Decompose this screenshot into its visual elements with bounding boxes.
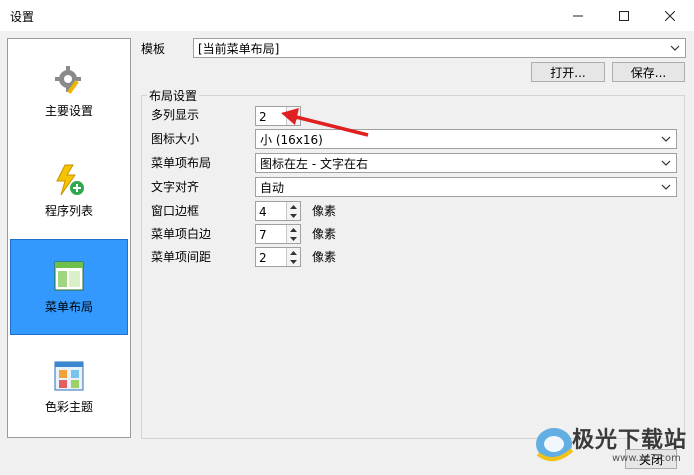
spin-down-button[interactable] (286, 234, 300, 243)
chevron-down-icon (670, 45, 680, 51)
layout-window-icon (54, 261, 84, 290)
arrow-up-icon (290, 250, 297, 255)
sidebar-item-main-settings[interactable]: 主要设置 (10, 43, 128, 139)
window-border-stepper[interactable]: 4 (255, 201, 301, 221)
item-spacing-stepper[interactable]: 2 (255, 247, 301, 267)
window-title: 设置 (10, 10, 35, 24)
arrow-up-icon (290, 227, 297, 232)
arrow-down-icon (290, 236, 297, 241)
multi-column-label: 多列显示 (151, 108, 200, 122)
arrow-down-icon (290, 213, 297, 218)
close-icon (665, 10, 675, 21)
sidebar-item-menu-layout[interactable]: 菜单布局 (10, 239, 128, 335)
sidebar-item-label: 程序列表 (44, 203, 93, 218)
item-margin-label: 菜单项白边 (151, 227, 212, 241)
chevron-down-icon (661, 136, 671, 142)
watermark-text: 极光下载站 (572, 428, 688, 453)
arrow-up-icon (290, 109, 297, 114)
spin-down-button[interactable] (286, 211, 300, 220)
sidebar-item-label: 主要设置 (44, 103, 93, 118)
item-layout-label: 菜单项布局 (151, 156, 212, 170)
sidebar-item-label: 菜单布局 (44, 299, 93, 314)
arrow-down-icon (290, 259, 297, 264)
item-spacing-value: 2 (259, 251, 267, 265)
multi-column-value: 2 (259, 110, 267, 124)
spin-down-button[interactable] (286, 257, 300, 266)
item-layout-value: 图标在左 - 文字在右 (260, 156, 368, 171)
layout-group-title: 布局设置 (147, 87, 200, 104)
item-spacing-label: 菜单项间距 (151, 250, 212, 264)
item-margin-value: 7 (259, 228, 267, 242)
item-margin-unit: 像素 (312, 227, 337, 241)
lightning-add-icon (56, 164, 84, 195)
color-palette-icon (54, 361, 84, 390)
close-window-button[interactable] (647, 0, 693, 31)
item-spacing-unit: 像素 (312, 250, 337, 264)
sidebar-item-program-list[interactable]: 程序列表 (10, 143, 128, 239)
item-layout-select[interactable]: 图标在左 - 文字在右 (255, 153, 677, 173)
spin-down-button[interactable] (286, 116, 300, 125)
template-label: 模板 (141, 42, 166, 56)
watermark-url: www.xz7.com (612, 453, 681, 464)
minimize-button[interactable] (555, 0, 601, 31)
text-align-select[interactable]: 自动 (255, 177, 677, 197)
sidebar-item-label: 色彩主题 (44, 399, 93, 414)
window-border-label: 窗口边框 (151, 204, 200, 218)
minimize-icon (573, 15, 583, 16)
window-border-value: 4 (259, 205, 267, 219)
text-align-label: 文字对齐 (151, 180, 200, 194)
maximize-icon (619, 10, 629, 21)
chevron-down-icon (661, 184, 671, 190)
arrow-up-icon (290, 204, 297, 209)
chevron-down-icon (661, 160, 671, 166)
sidebar-item-color-theme[interactable]: 色彩主题 (10, 339, 128, 435)
maximize-button[interactable] (601, 0, 647, 31)
template-select-value: [当前菜单布局] (198, 41, 280, 56)
title-bar: 设置 (0, 0, 694, 31)
multi-column-stepper[interactable]: 2 (255, 106, 301, 126)
arrow-down-icon (290, 118, 297, 123)
open-button[interactable]: 打开... (531, 62, 605, 82)
save-button[interactable]: 保存... (612, 62, 685, 82)
icon-size-select[interactable]: 小 (16x16) (255, 129, 677, 149)
icon-size-value: 小 (16x16) (260, 132, 323, 147)
text-align-value: 自动 (260, 180, 285, 195)
item-margin-stepper[interactable]: 7 (255, 224, 301, 244)
gear-pencil-icon (55, 65, 81, 94)
window-border-unit: 像素 (312, 204, 337, 218)
sidebar: 主要设置 程序列表 菜单布局 色彩主题 (7, 38, 131, 438)
template-select[interactable]: [当前菜单布局] (193, 38, 686, 58)
icon-size-label: 图标大小 (151, 132, 200, 146)
